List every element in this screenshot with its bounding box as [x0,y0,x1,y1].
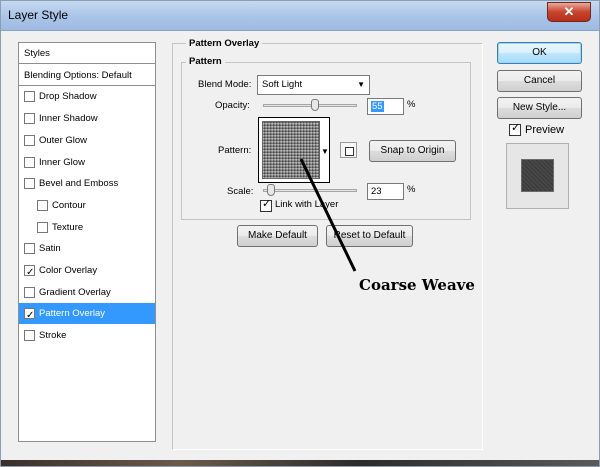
opacity-label: Opacity: [215,100,250,111]
style-item-texture[interactable]: Texture [19,217,155,238]
new-preset-icon[interactable] [340,142,357,158]
style-item-label: Bevel and Emboss [39,178,119,190]
style-checkbox[interactable] [24,330,35,342]
preview-thumbnail [506,143,569,209]
close-button[interactable]: ✕ [547,2,591,22]
style-checkbox[interactable]: ✓ [24,308,35,321]
style-item-blending-options-default[interactable]: Blending Options: Default [19,65,155,86]
snap-to-origin-button[interactable]: Snap to Origin [369,140,456,162]
checkmark-icon: ✓ [262,198,272,210]
style-item-label: Contour [52,199,86,211]
section-title: Pattern Overlay [186,38,263,49]
style-item-contour[interactable]: Contour [19,195,155,216]
style-checkbox[interactable] [24,243,35,255]
preview-swatch [521,159,554,192]
background-strip [1,460,599,466]
layer-style-dialog: Layer Style ✕ Styles Blending Options: De… [0,0,600,467]
style-item-label: Stroke [39,330,67,342]
checkmark-icon: ✓ [511,122,521,134]
opacity-percent: % [407,99,416,110]
style-item-stroke[interactable]: Stroke [19,325,155,346]
style-item-drop-shadow[interactable]: Drop Shadow [19,86,155,107]
opacity-slider-thumb[interactable] [310,99,319,111]
opacity-value: 55 [371,101,384,112]
style-item-label: Drop Shadow [39,91,97,103]
new-style-button[interactable]: New Style... [497,97,582,119]
preview-label: Preview [525,124,565,136]
close-icon: ✕ [563,4,575,19]
style-item-inner-shadow[interactable]: Inner Shadow [19,108,155,129]
pattern-picker[interactable] [258,117,330,183]
style-checkbox[interactable] [24,113,35,125]
style-item-styles[interactable]: Styles [19,43,155,64]
opacity-input[interactable]: 55 [367,98,404,115]
scale-slider-track[interactable] [263,189,357,192]
blend-mode-value: Soft Light [262,79,303,90]
pattern-dropdown-arrow-icon[interactable]: ▼ [321,147,329,156]
annotation-label: Coarse Weave [359,276,475,294]
style-item-label: Color Overlay [39,265,98,276]
style-checkbox[interactable] [37,221,48,233]
preview-checkbox[interactable]: ✓ [509,122,521,136]
dialog-title: Layer Style [8,8,69,22]
dropdown-arrow-icon: ▼ [357,80,365,89]
pattern-swatch[interactable] [262,121,320,179]
style-item-outer-glow[interactable]: Outer Glow [19,130,155,151]
style-checkbox[interactable] [24,286,35,298]
cancel-button[interactable]: Cancel [497,70,582,92]
style-item-label: Blending Options: Default [24,69,132,81]
style-item-satin[interactable]: Satin [19,238,155,259]
title-bar[interactable]: Layer Style ✕ [1,1,599,31]
style-item-label: Gradient Overlay [39,286,111,298]
style-item-bevel-and-emboss[interactable]: Bevel and Emboss [19,173,155,194]
style-item-label: Pattern Overlay [39,308,105,320]
style-checkbox[interactable] [24,178,35,190]
blend-mode-label: Blend Mode: [198,79,252,90]
style-checkbox[interactable] [24,91,35,103]
scale-input[interactable]: 23 [367,183,404,200]
style-item-label: Styles [24,48,50,59]
ok-button[interactable]: OK [497,42,582,64]
style-item-label: Inner Glow [39,156,85,168]
reset-to-default-button[interactable]: Reset to Default [326,225,413,247]
style-item-label: Texture [52,221,84,233]
scale-percent: % [407,184,416,195]
style-item-label: Satin [39,243,61,255]
styles-list: Styles Blending Options: Default Drop Shad… [18,42,156,442]
link-with-layer-label: Link with Layer [275,199,339,210]
blend-mode-select[interactable]: Soft Light ▼ [257,75,370,95]
make-default-button[interactable]: Make Default [237,225,318,247]
style-item-pattern-overlay[interactable]: ✓ Pattern Overlay [19,303,155,325]
link-with-layer-checkbox[interactable]: ✓ [260,198,272,212]
style-checkbox[interactable] [37,199,48,211]
pattern-label: Pattern: [218,145,252,156]
style-item-color-overlay[interactable]: ✓ Color Overlay [19,260,155,281]
style-item-label: Outer Glow [39,134,88,146]
group-title: Pattern [186,56,225,67]
style-checkbox[interactable] [24,134,35,146]
checkmark-icon: ✓ [26,310,35,322]
style-item-inner-glow[interactable]: Inner Glow [19,152,155,173]
style-checkbox[interactable]: ✓ [24,265,35,278]
checkmark-icon: ✓ [26,267,35,278]
scale-slider-thumb[interactable] [266,184,275,196]
style-item-label: Inner Shadow [39,113,98,125]
scale-label: Scale: [227,186,254,197]
style-checkbox[interactable] [24,156,35,168]
style-item-gradient-overlay[interactable]: Gradient Overlay [19,282,155,303]
